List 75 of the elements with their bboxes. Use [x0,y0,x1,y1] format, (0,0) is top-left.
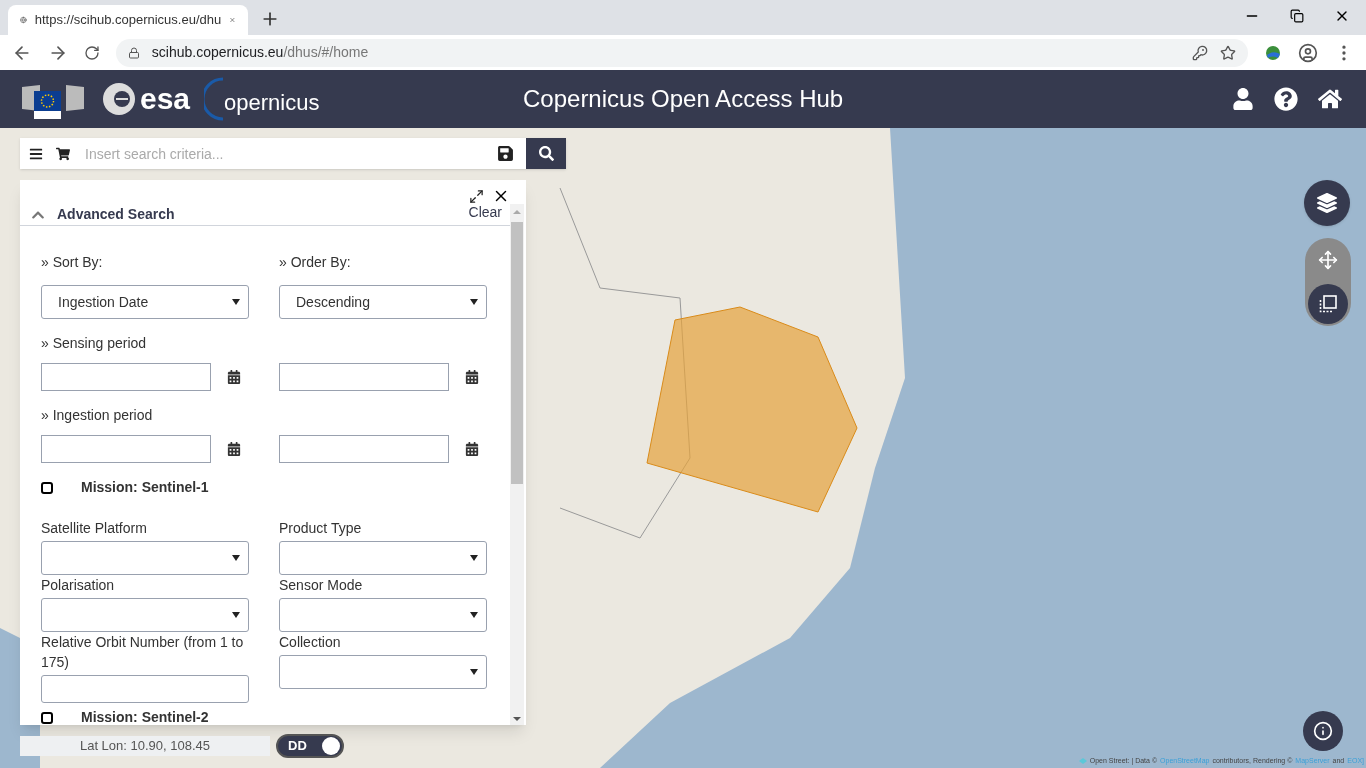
field-label: » Sensing period [41,335,147,351]
profile-icon[interactable] [1298,42,1319,63]
orbit-input-field[interactable] [41,675,249,703]
copernicus-logo-text: opernicus [224,92,320,114]
coordinates-display: Lat Lon: 10.90, 108.45 [20,736,270,756]
search-icon [538,146,554,161]
checkbox[interactable] [41,711,53,724]
scrollbar[interactable] [510,204,524,725]
app-title: Copernicus Open Access Hub [523,84,844,114]
field-label: Polarisation [41,576,116,595]
help-icon[interactable] [1274,87,1298,111]
cart-icon [56,146,70,161]
dropdown-caret-icon [470,555,478,561]
dropdown-select[interactable] [279,598,487,632]
address-bar[interactable]: scihub.copernicus.eu/dhus/#/home [115,38,1249,67]
save-button[interactable] [485,138,526,169]
dropdown-select[interactable] [279,541,487,575]
date-input-field[interactable] [279,435,449,463]
toggle-knob [322,737,340,755]
calendar-icon[interactable] [465,442,479,456]
field-label: Collection [279,633,342,652]
user-icon[interactable] [1232,88,1254,110]
search-field[interactable]: Insert search criteria... [75,138,485,169]
esa-logo-text: esa [140,84,191,114]
field-label: » Sort By: [41,253,104,272]
key-icon[interactable] [1192,44,1209,61]
layers-icon [1317,193,1337,213]
info-icon [1313,721,1333,741]
field-label: Relative Orbit Number (from 1 to 175) [41,633,245,672]
order-by-select[interactable]: Descending [279,285,487,319]
dropdown-select[interactable] [41,598,249,632]
dashed-square-icon [1319,295,1337,313]
search-button[interactable] [526,138,566,169]
browser-tab[interactable]: https://scihub.copernicus.eu/dhu [8,5,248,35]
lock-icon [127,46,140,59]
expand-icon[interactable] [469,188,484,204]
dropdown-caret-icon [232,299,240,305]
field-label: » Ingestion period [41,407,153,423]
field-label: Sensor Mode [279,576,364,595]
globe-extension-icon[interactable] [1264,43,1283,62]
draw-area-button[interactable] [1308,284,1348,324]
move-icon[interactable] [1318,250,1338,270]
date-input-field[interactable] [279,363,449,391]
star-icon[interactable] [1220,44,1237,61]
menu-icon [28,146,43,161]
calendar-icon[interactable] [465,370,479,384]
field-label: » Order By: [279,253,352,272]
calendar-icon[interactable] [227,370,241,384]
dropdown-select[interactable] [279,655,487,689]
reload-icon[interactable] [83,44,100,61]
date-input-field[interactable] [41,363,211,391]
dropdown-select[interactable] [41,541,249,575]
tab-title: https://scihub.copernicus.eu/dhu [34,11,222,30]
dropdown-caret-icon [232,555,240,561]
dropdown-caret-icon [470,669,478,675]
restore-icon[interactable] [1290,9,1304,23]
mission-label: Mission: Sentinel-2 [81,708,209,725]
url-text: scihub.copernicus.eu/dhus/#/home [151,43,369,62]
dropdown-caret-icon [470,612,478,618]
clear-link[interactable]: Clear [468,202,502,223]
save-icon [497,145,514,162]
checkbox[interactable] [41,481,53,494]
field-label: Satellite Platform [41,519,148,538]
menu-button[interactable] [20,138,51,169]
dropdown-caret-icon [470,299,478,305]
mission-label: Mission: Sentinel-1 [81,478,209,497]
sort-by-select[interactable]: Ingestion Date [41,285,249,319]
home-icon[interactable] [1318,87,1342,111]
panel-title: Advanced Search [57,205,175,224]
dropdown-caret-icon [232,612,240,618]
field-label: Product Type [279,519,363,538]
date-input-field[interactable] [41,435,211,463]
calendar-icon[interactable] [227,442,241,456]
format-toggle[interactable]: DD [276,734,344,758]
map-layer-icon [1078,757,1087,764]
